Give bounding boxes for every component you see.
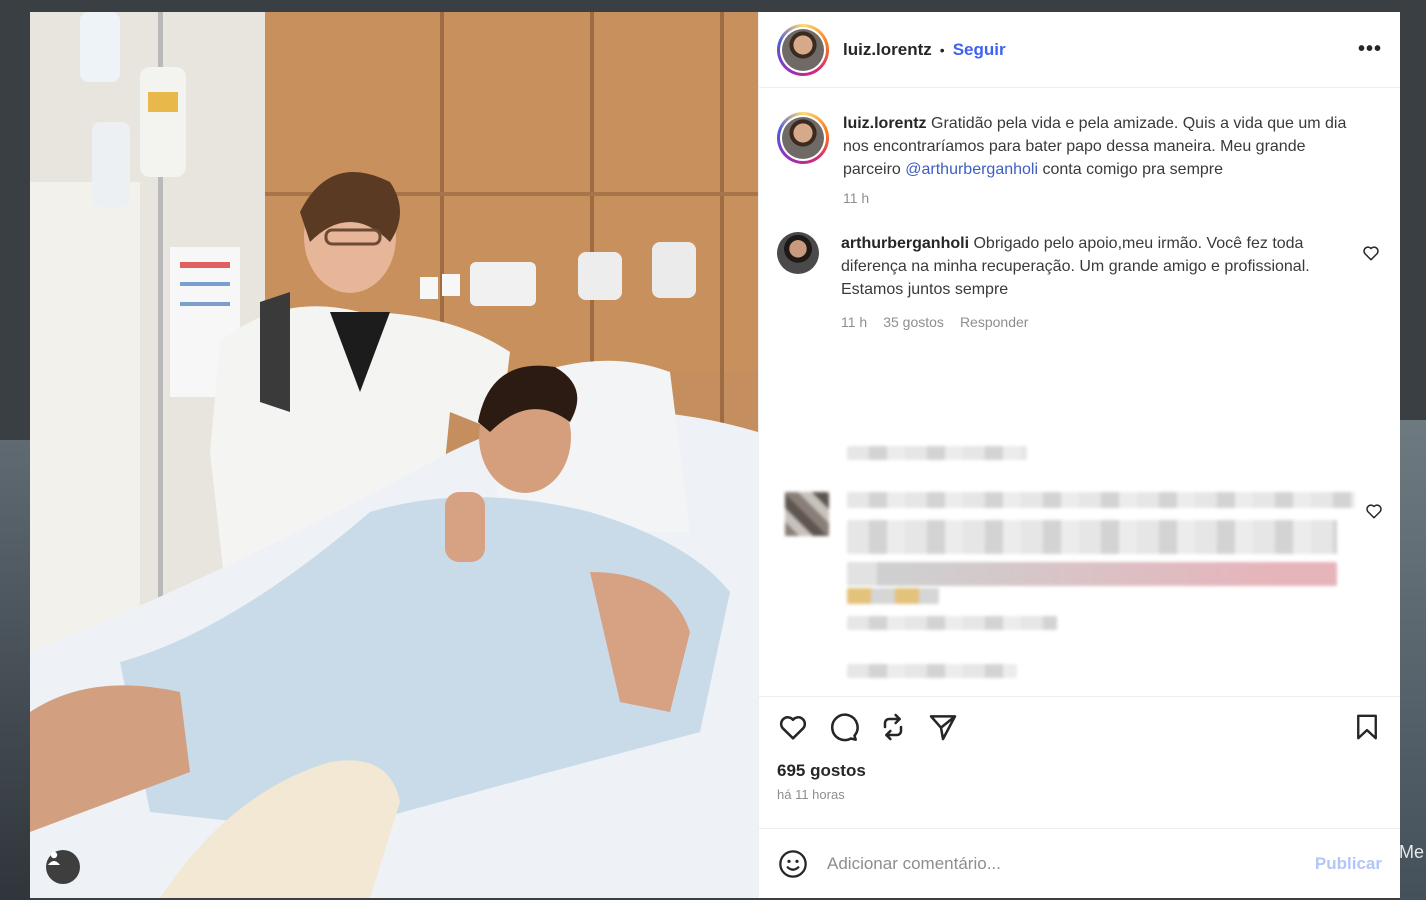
comment-body: arthurberganholi Obrigado pelo apoio,meu… <box>841 232 1351 334</box>
repost-icon[interactable] <box>877 711 909 743</box>
caption-mention-link[interactable]: @arthurberganholi <box>905 161 1038 178</box>
comment-meta: 11 h 35 gostos Responder <box>841 311 1351 334</box>
blurred-comment-meta <box>847 664 1017 678</box>
author-username[interactable]: luiz.lorentz <box>843 40 932 60</box>
publish-button[interactable]: Publicar <box>1315 854 1382 874</box>
post-photo[interactable] <box>30 12 758 898</box>
heart-icon[interactable] <box>777 711 809 743</box>
comment-icon[interactable] <box>827 711 859 743</box>
comment-input[interactable] <box>827 853 1315 874</box>
post-timestamp[interactable]: há 11 horas <box>777 787 1382 802</box>
blurred-comment-meta <box>847 616 1057 630</box>
caption-time[interactable]: 11 h <box>843 187 869 210</box>
caption-avatar-image <box>782 117 824 159</box>
caption-body: luiz.lorentz Gratidão pela vida e pela a… <box>843 112 1353 210</box>
caption-username[interactable]: luiz.lorentz <box>843 115 927 132</box>
blurred-emoji <box>847 588 939 604</box>
avatar-ring-inner <box>780 26 826 73</box>
separator-dot: • <box>939 41 945 58</box>
comment-like-heart-icon[interactable] <box>1362 244 1380 262</box>
reply-button[interactable]: Responder <box>960 311 1029 334</box>
person-glyph <box>48 851 60 865</box>
emoji-icon[interactable] <box>777 848 809 880</box>
comment-item: arthurberganholi Obrigado pelo apoio,meu… <box>777 232 1382 334</box>
add-comment-bar: Publicar <box>759 828 1400 898</box>
commenter-avatar[interactable] <box>777 232 819 274</box>
caption-avatar[interactable] <box>777 112 829 164</box>
background-left-edge <box>0 440 30 900</box>
blurred-avatar <box>785 492 829 536</box>
send-icon[interactable] <box>927 711 959 743</box>
blurred-comment-line <box>847 562 1337 586</box>
post-side-panel: luiz.lorentz • Seguir ••• luiz.lorentz G… <box>758 12 1400 898</box>
comment-like-heart-icon[interactable] <box>1365 502 1383 520</box>
background-right-text: Me <box>1398 842 1424 862</box>
action-icons <box>777 711 1382 743</box>
post-actions: 695 gostos há 11 horas <box>759 696 1400 828</box>
blurred-comment-meta <box>847 446 1027 460</box>
comment-likes[interactable]: 35 gostos <box>883 311 944 334</box>
author-avatar[interactable] <box>777 23 829 76</box>
blurred-comment-line <box>847 520 1337 554</box>
bookmark-icon[interactable] <box>1352 711 1382 743</box>
post-header: luiz.lorentz • Seguir ••• <box>759 12 1400 88</box>
caption: luiz.lorentz Gratidão pela vida e pela a… <box>777 112 1382 210</box>
avatar-ring-inner <box>780 115 826 161</box>
likes-count[interactable]: 695 gostos <box>777 761 1382 781</box>
comment-time[interactable]: 11 h <box>841 311 867 334</box>
post-modal: luiz.lorentz • Seguir ••• luiz.lorentz G… <box>30 12 1400 898</box>
follow-button[interactable]: Seguir <box>953 40 1006 60</box>
caption-text-after: conta comigo pra sempre <box>1042 161 1224 178</box>
user-tag-icon[interactable] <box>46 850 80 884</box>
caption-meta: 11 h <box>843 187 1353 210</box>
background-right-edge <box>1400 420 1426 900</box>
comment-username[interactable]: arthurberganholi <box>841 235 969 252</box>
blurred-comment-line <box>847 492 1355 508</box>
author-avatar-image <box>782 28 824 71</box>
hospital-photo-illustration <box>30 12 758 898</box>
more-icon[interactable]: ••• <box>1358 38 1382 61</box>
comments-list[interactable]: luiz.lorentz Gratidão pela vida e pela a… <box>759 88 1400 696</box>
